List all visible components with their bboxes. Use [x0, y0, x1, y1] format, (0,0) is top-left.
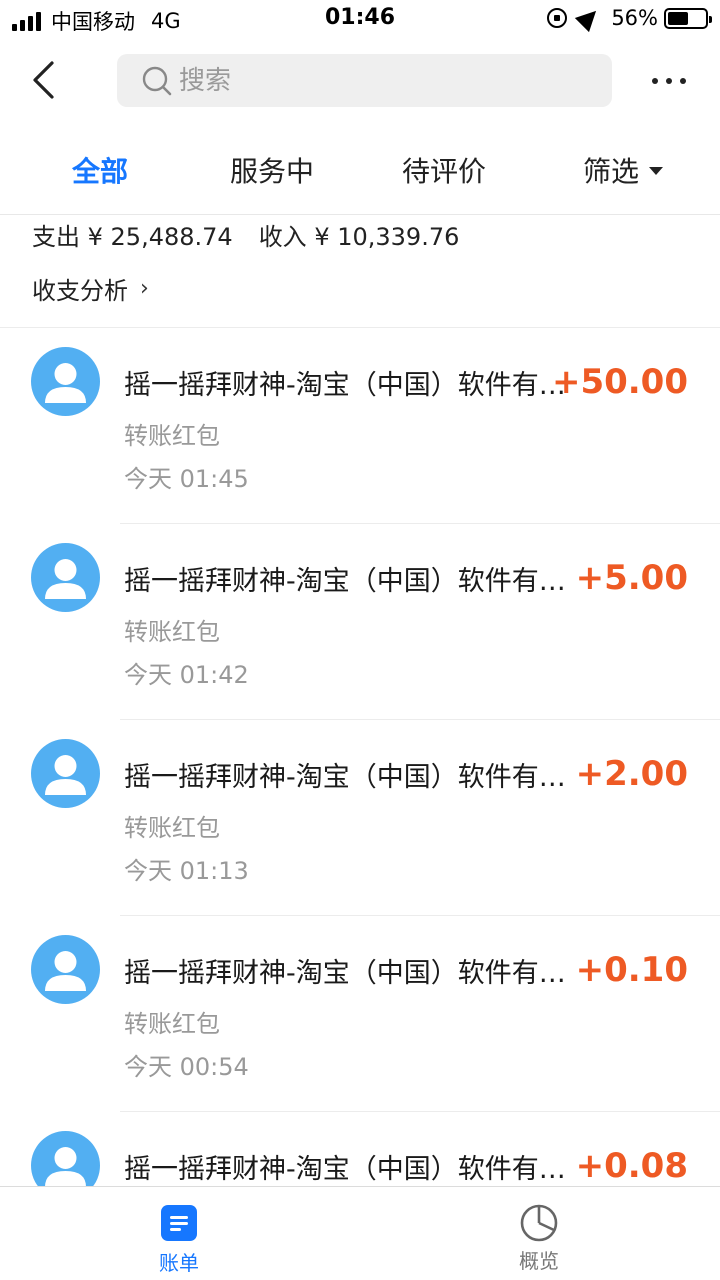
tab-all[interactable]: 全部: [72, 125, 128, 215]
nav-bar: [0, 40, 720, 120]
tabbar-bill[interactable]: 账单: [119, 1187, 239, 1280]
caret-down-icon: [649, 167, 664, 175]
more-dot-icon: [652, 78, 658, 84]
record-amount: +0.10: [575, 950, 688, 990]
record-type: 转账红包: [124, 618, 220, 646]
pie-chart-icon: [520, 1204, 558, 1242]
record-amount: +50.00: [551, 362, 688, 402]
tab-to-review[interactable]: 待评价: [402, 125, 486, 215]
record-title: 摇一摇拜财神-淘宝（中国）软件有限公司: [124, 1154, 574, 1185]
status-bar: 中国移动 4G 01:46 56%: [0, 0, 720, 40]
location-icon: [575, 3, 604, 33]
record-title: 摇一摇拜财神-淘宝（中国）软件有限公司: [124, 566, 574, 597]
avatar-icon: [31, 543, 100, 612]
record-amount: +0.08: [575, 1146, 688, 1186]
search-box[interactable]: [117, 54, 612, 107]
record-type: 转账红包: [124, 422, 220, 450]
tab-all-label: 全部: [72, 155, 129, 188]
screen: 中国移动 4G 01:46 56% 搜索 全部 服务中 待评价 筛选 支出 ¥ …: [0, 0, 720, 1280]
search-icon: [142, 66, 172, 95]
bottom-tab-bar: 账单 概览: [0, 1186, 720, 1280]
record-type: 转账红包: [124, 1010, 220, 1038]
more-dot-icon: [666, 78, 672, 84]
expense-label: 支出: [32, 223, 80, 251]
record-item[interactable]: 摇一摇拜财神-淘宝（中国）软件有限公司 转账红包 今天 01:13 +2.00: [0, 720, 720, 916]
chevron-right-icon: ›: [140, 276, 149, 301]
summary-totals: 支出 ¥ 25,488.74 收入 ¥ 10,339.76: [32, 217, 459, 252]
tab-in-service-label: 服务中: [230, 155, 315, 188]
record-item[interactable]: 摇一摇拜财神-淘宝（中国）软件有限公司 转账红包 今天 01:42 +5.00: [0, 524, 720, 720]
more-button[interactable]: [652, 64, 686, 98]
tab-in-service[interactable]: 服务中: [230, 125, 314, 215]
avatar-icon: [31, 935, 100, 1004]
record-time: 今天 01:42: [124, 661, 249, 689]
record-amount: +2.00: [575, 754, 688, 794]
battery-icon: [664, 7, 712, 29]
tabbar-overview[interactable]: 概览: [479, 1187, 599, 1280]
tab-filter[interactable]: 筛选: [583, 125, 664, 215]
summary-section: 支出 ¥ 25,488.74 收入 ¥ 10,339.76 收支分析 ›: [0, 215, 720, 328]
analysis-label: 收支分析: [32, 277, 128, 305]
record-time: 今天 00:54: [124, 1053, 249, 1081]
tab-filter-label: 筛选: [583, 155, 640, 188]
record-title: 摇一摇拜财神-淘宝（中国）软件有限公司: [124, 762, 574, 793]
tabbar-overview-label: 概览: [519, 1249, 559, 1273]
record-item[interactable]: 摇一摇拜财神-淘宝（中国）软件有限公司 转账红包 今天 00:54 +0.10: [0, 916, 720, 1112]
records-list: 摇一摇拜财神-淘宝（中国）软件有限公司 转账红包 今天 01:45 +50.00…: [0, 328, 720, 1280]
income-label: 收入: [258, 223, 307, 251]
record-time: 今天 01:13: [124, 857, 249, 885]
record-type: 转账红包: [124, 814, 220, 842]
filter-tabs: 全部 服务中 待评价 筛选: [0, 125, 720, 215]
status-right: 56%: [547, 3, 712, 33]
avatar-icon: [31, 347, 100, 416]
record-amount: +5.00: [575, 558, 688, 598]
back-button[interactable]: [24, 58, 64, 102]
battery-fill: [668, 11, 689, 25]
tab-to-review-label: 待评价: [402, 155, 487, 188]
rotation-lock-icon: [547, 8, 568, 28]
record-title: 摇一摇拜财神-淘宝（中国）软件有限公司: [124, 958, 574, 989]
battery-percent: 56%: [611, 6, 658, 30]
income-value: ¥ 10,339.76: [314, 223, 460, 251]
record-time: 今天 01:45: [124, 465, 249, 493]
expense-value: ¥ 25,488.74: [87, 223, 233, 251]
more-dot-icon: [680, 78, 686, 84]
record-item[interactable]: 摇一摇拜财神-淘宝（中国）软件有限公司 转账红包 今天 01:45 +50.00: [0, 328, 720, 524]
avatar-icon: [31, 739, 100, 808]
chevron-left-icon: [33, 61, 54, 99]
bill-icon: [161, 1205, 197, 1241]
tabbar-bill-label: 账单: [159, 1251, 199, 1275]
record-title: 摇一摇拜财神-淘宝（中国）软件有限公司: [124, 370, 574, 401]
search-input[interactable]: [179, 65, 579, 96]
analysis-link[interactable]: 收支分析 ›: [32, 271, 149, 306]
